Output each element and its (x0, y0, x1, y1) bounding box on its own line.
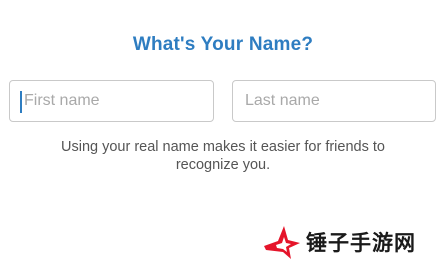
text-cursor (20, 91, 22, 113)
last-name-input[interactable] (233, 81, 435, 121)
watermark: 锤子手游网 (262, 222, 416, 262)
first-name-field[interactable] (9, 80, 214, 122)
star-logo-icon (264, 226, 300, 259)
watermark-text: 锤子手游网 (306, 232, 416, 255)
last-name-field[interactable] (232, 80, 436, 122)
first-name-input[interactable] (10, 81, 213, 121)
helper-text: Using your real name makes it easier for… (61, 139, 385, 173)
page-title: What's Your Name? (132, 34, 314, 55)
